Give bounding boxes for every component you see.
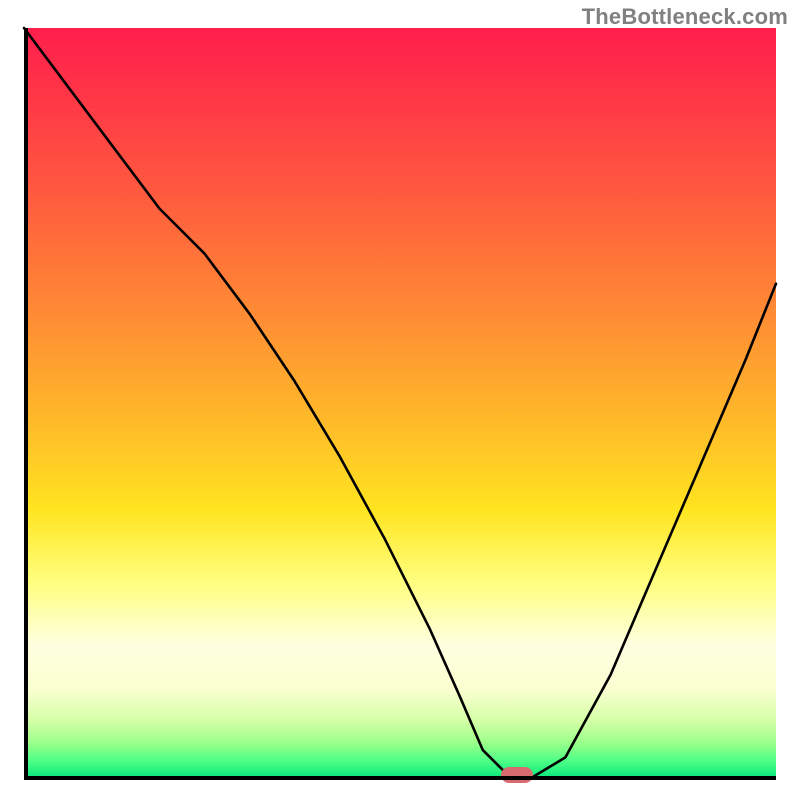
watermark-text: TheBottleneck.com bbox=[582, 4, 788, 30]
chart-container: TheBottleneck.com bbox=[0, 0, 800, 800]
bottleneck-curve-path bbox=[24, 28, 776, 780]
optimal-point-marker bbox=[501, 767, 533, 783]
plot-area bbox=[24, 28, 776, 780]
curve-layer bbox=[24, 28, 776, 780]
